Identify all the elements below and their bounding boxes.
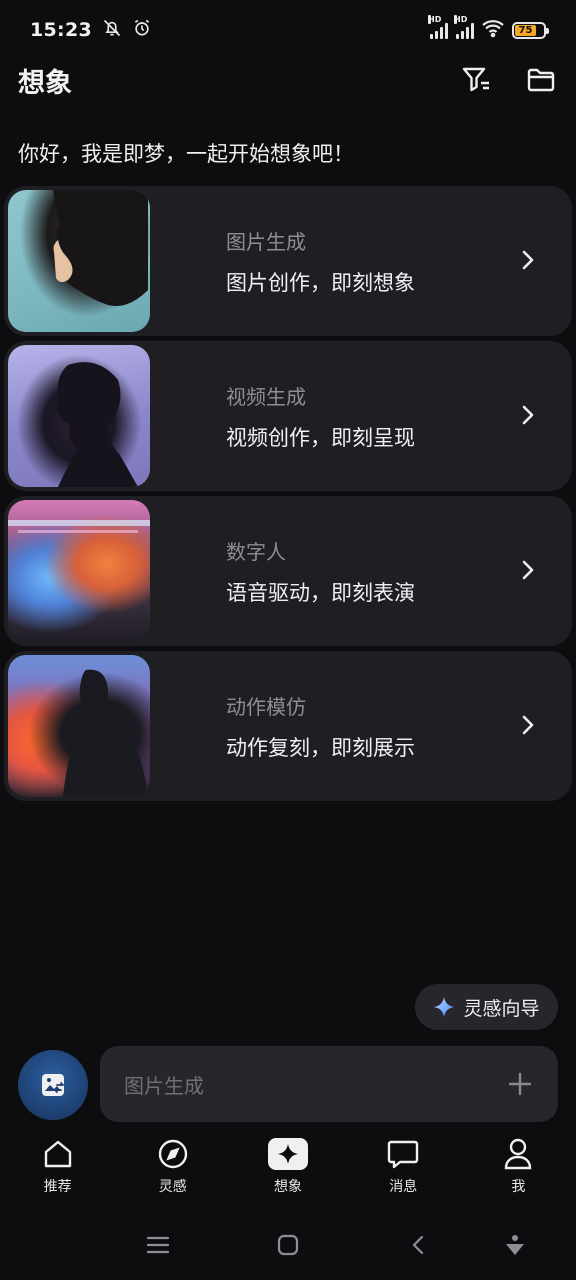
card-title: 图片生成 xyxy=(226,229,306,254)
assistant-icon[interactable] xyxy=(500,1230,530,1260)
sparkle-icon xyxy=(268,1138,308,1170)
tab-inspiration[interactable]: 灵感 xyxy=(115,1136,230,1206)
filter-button[interactable] xyxy=(460,63,494,97)
system-navigation xyxy=(0,1220,576,1270)
tab-label: 想象 xyxy=(274,1179,302,1195)
wifi-icon xyxy=(480,18,506,42)
feature-list: 图片生成 图片创作，即刻想象 视频生成 视频创作，即刻呈现 数字人 语音驱动，即… xyxy=(4,186,572,806)
card-title: 数字人 xyxy=(226,539,286,564)
sparkle-icon xyxy=(434,996,455,1018)
card-thumbnail xyxy=(8,500,150,642)
card-video-generation[interactable]: 视频生成 视频创作，即刻呈现 xyxy=(4,341,572,491)
bell-muted-icon xyxy=(102,18,122,42)
prompt-placeholder: 图片生成 xyxy=(124,1073,204,1098)
plus-icon xyxy=(508,1072,532,1096)
menu-icon[interactable] xyxy=(143,1230,173,1260)
chat-bubble-icon xyxy=(383,1136,423,1172)
card-subtitle: 动作复刻，即刻展示 xyxy=(226,735,415,760)
chevron-right-icon xyxy=(514,711,542,739)
tab-imagine[interactable]: 想象 xyxy=(230,1136,345,1206)
card-digital-human[interactable]: 数字人 语音驱动，即刻表演 xyxy=(4,496,572,646)
signal-icon: HD xyxy=(428,15,448,39)
card-image-generation[interactable]: 图片生成 图片创作，即刻想象 xyxy=(4,186,572,336)
back-icon[interactable] xyxy=(403,1230,433,1260)
card-title: 动作模仿 xyxy=(226,694,306,719)
tab-label: 灵感 xyxy=(158,1179,187,1195)
status-bar: 15:23 HD HD 75 xyxy=(0,0,576,60)
prompt-input[interactable]: 图片生成 xyxy=(100,1046,558,1122)
card-motion-mimic[interactable]: 动作模仿 动作复刻，即刻展示 xyxy=(4,651,572,801)
card-thumbnail xyxy=(8,190,150,332)
card-thumbnail xyxy=(8,345,150,487)
chevron-right-icon xyxy=(514,556,542,584)
filter-icon xyxy=(462,67,489,92)
tab-recommend[interactable]: 推荐 xyxy=(0,1136,115,1206)
tab-label: 推荐 xyxy=(43,1179,72,1195)
tab-label: 消息 xyxy=(389,1179,418,1195)
chevron-right-icon xyxy=(514,401,542,429)
folder-icon xyxy=(527,68,555,92)
folder-button[interactable] xyxy=(524,63,558,97)
card-subtitle: 图片创作，即刻想象 xyxy=(226,270,415,295)
inspiration-guide-button[interactable]: 灵感向导 xyxy=(415,984,558,1030)
image-switch-icon xyxy=(42,1074,64,1096)
composer: 图片生成 xyxy=(0,1046,576,1124)
alarm-icon xyxy=(132,18,152,42)
signal-icon: HD xyxy=(454,15,474,39)
home-square-icon[interactable] xyxy=(273,1230,303,1260)
home-icon xyxy=(38,1136,78,1172)
card-subtitle: 视频创作，即刻呈现 xyxy=(226,425,415,450)
bottom-tab-bar: 推荐 灵感 想象 消息 我 xyxy=(0,1136,576,1206)
card-subtitle: 语音驱动，即刻表演 xyxy=(226,580,415,605)
status-time: 15:23 xyxy=(30,19,92,41)
compass-icon xyxy=(153,1136,193,1172)
inspiration-guide-label: 灵感向导 xyxy=(463,997,540,1020)
app-header: 想象 xyxy=(0,60,576,100)
chevron-right-icon xyxy=(514,246,542,274)
page-title: 想象 xyxy=(18,67,72,99)
card-title: 视频生成 xyxy=(226,384,306,409)
image-mode-button[interactable] xyxy=(18,1050,88,1120)
tab-label: 我 xyxy=(511,1179,526,1195)
card-thumbnail xyxy=(8,655,150,797)
battery-icon: 75 xyxy=(512,21,549,39)
greeting-text: 你好，我是即梦，一起开始想象吧！ xyxy=(18,142,354,166)
tab-me[interactable]: 我 xyxy=(461,1136,576,1206)
person-icon xyxy=(498,1136,538,1172)
add-button[interactable] xyxy=(506,1070,534,1098)
tab-messages[interactable]: 消息 xyxy=(346,1136,461,1206)
